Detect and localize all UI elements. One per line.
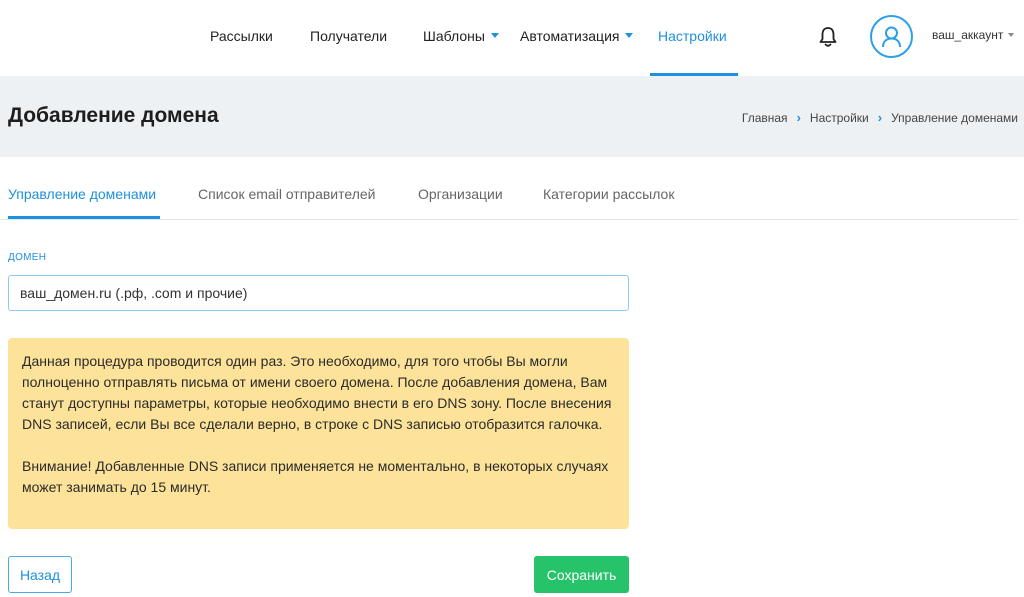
tab-mailing-categories[interactable]: Категории рассылок bbox=[543, 186, 674, 202]
chevron-right-icon: › bbox=[877, 110, 883, 125]
info-notice: Данная процедура проводится один раз. Эт… bbox=[8, 338, 629, 529]
nav-item-mailings[interactable]: Рассылки bbox=[210, 28, 273, 44]
chevron-down-icon bbox=[1008, 32, 1015, 37]
chevron-right-icon: › bbox=[796, 110, 801, 125]
notice-warning: Внимание! Добавленные DNS записи применя… bbox=[22, 458, 609, 495]
save-button[interactable]: Сохранить bbox=[534, 556, 629, 593]
tabs-divider bbox=[0, 219, 1018, 220]
chevron-down-icon bbox=[625, 32, 634, 38]
domain-field-label: ДОМЕН bbox=[8, 252, 47, 263]
tab-active-indicator bbox=[8, 216, 160, 219]
user-icon bbox=[882, 26, 901, 48]
nav-item-automation[interactable]: Автоматизация bbox=[520, 28, 634, 44]
nav-item-recipients[interactable]: Получатели bbox=[310, 28, 387, 44]
tab-email-senders[interactable]: Список email отправителей bbox=[198, 186, 375, 202]
nav-item-automation-label: Автоматизация bbox=[520, 28, 620, 44]
top-navigation: Рассылки Получатели Шаблоны Автоматизаци… bbox=[0, 0, 1024, 76]
tab-domain-management[interactable]: Управление доменами bbox=[8, 186, 156, 202]
account-label: ваш_аккаунт bbox=[932, 28, 1004, 42]
account-menu[interactable]: ваш_аккаунт bbox=[932, 28, 1015, 42]
avatar[interactable] bbox=[870, 15, 913, 58]
notice-paragraph: Данная процедура проводится один раз. Эт… bbox=[22, 353, 612, 432]
nav-item-settings[interactable]: Настройки bbox=[658, 28, 727, 44]
breadcrumb-home[interactable]: Главная bbox=[742, 111, 788, 125]
bell-icon[interactable] bbox=[815, 24, 841, 50]
nav-item-templates-label: Шаблоны bbox=[423, 28, 485, 44]
breadcrumb: Главная › Настройки › Управление доменами bbox=[742, 110, 1018, 125]
page-title: Добавление домена bbox=[8, 104, 219, 127]
chevron-down-icon bbox=[490, 32, 499, 38]
nav-item-templates[interactable]: Шаблоны bbox=[423, 28, 499, 44]
back-button[interactable]: Назад bbox=[8, 556, 72, 593]
breadcrumb-settings[interactable]: Настройки bbox=[810, 111, 869, 125]
domain-input[interactable] bbox=[8, 275, 629, 311]
tab-organizations[interactable]: Организации bbox=[418, 186, 503, 202]
breadcrumb-domains: Управление доменами bbox=[891, 111, 1018, 125]
page-header: Добавление домена Главная › Настройки › Упра… bbox=[0, 76, 1024, 157]
